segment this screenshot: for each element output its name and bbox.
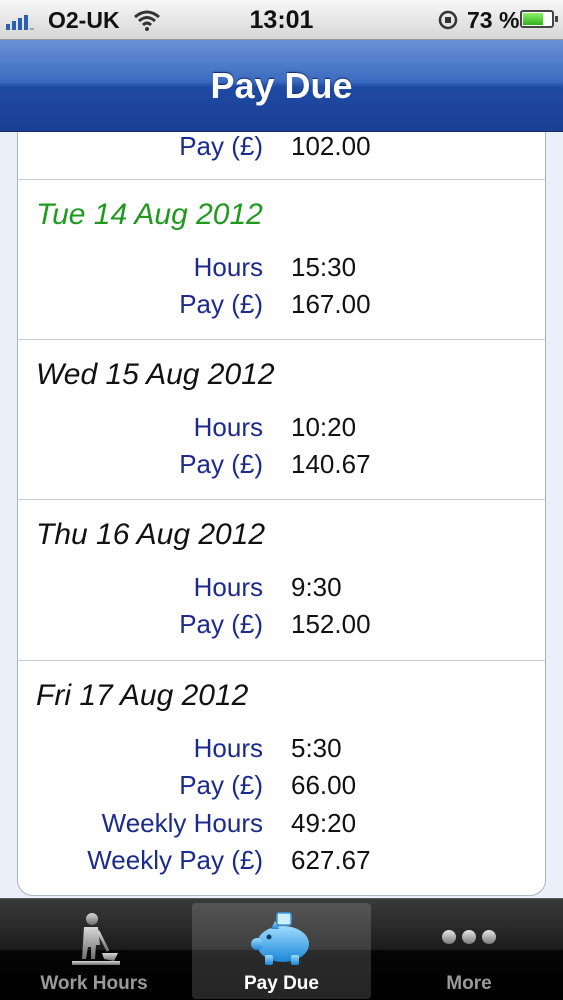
row-value: 152.00 bbox=[291, 609, 371, 639]
day-date: Tue 14 Aug 2012 bbox=[36, 198, 263, 231]
day-date: Wed 15 Aug 2012 bbox=[36, 358, 275, 391]
pay-row: Pay (£) 102.00 bbox=[18, 132, 545, 163]
tab-bar: Work Hours Pay Due More bbox=[0, 898, 563, 1000]
row-value: 140.67 bbox=[291, 449, 371, 479]
row-label: Weekly Hours bbox=[101, 808, 263, 838]
worker-digging-icon bbox=[72, 913, 120, 965]
list-item[interactable]: Wed 15 Aug 2012 Hours 10:20 Pay (£) 140.… bbox=[18, 340, 545, 500]
row-label: Hours bbox=[193, 733, 263, 763]
row-label: Pay (£) bbox=[179, 609, 263, 639]
row-value: 5:30 bbox=[291, 733, 342, 763]
pay-row: Pay (£) 167.00 bbox=[18, 287, 545, 321]
row-value: 167.00 bbox=[291, 289, 371, 319]
row-value: 66.00 bbox=[291, 770, 357, 800]
tab-work-hours[interactable]: Work Hours bbox=[0, 903, 188, 999]
hours-row: Hours 5:30 bbox=[18, 731, 545, 765]
pay-due-list[interactable]: Pay (£) 102.00 Tue 14 Aug 2012 Hours 15:… bbox=[0, 132, 563, 898]
pay-row: Pay (£) 140.67 bbox=[18, 447, 545, 481]
list-item[interactable]: Tue 14 Aug 2012 Hours 15:30 Pay (£) 167.… bbox=[18, 180, 545, 340]
weekly-hours-row: Weekly Hours 49:20 bbox=[18, 806, 545, 840]
hours-row: Hours 9:30 bbox=[18, 570, 545, 604]
list-item[interactable]: Pay (£) 102.00 bbox=[18, 132, 545, 180]
row-label: Hours bbox=[193, 412, 263, 442]
row-value: 15:30 bbox=[291, 252, 357, 282]
list-item[interactable]: Thu 16 Aug 2012 Hours 9:30 Pay (£) 152.0… bbox=[18, 500, 545, 661]
row-label: Hours bbox=[193, 572, 263, 602]
row-label: Pay (£) bbox=[179, 449, 263, 479]
row-value: 49:20 bbox=[291, 808, 357, 838]
day-date: Fri 17 Aug 2012 bbox=[36, 679, 249, 712]
row-label: Pay (£) bbox=[179, 132, 263, 161]
hours-row: Hours 10:20 bbox=[18, 410, 545, 444]
page-title: Pay Due bbox=[210, 65, 353, 106]
more-dots-icon bbox=[442, 930, 496, 944]
tab-label: Work Hours bbox=[40, 973, 148, 994]
status-bar: O2-UK 13:01 73 % bbox=[0, 0, 563, 40]
day-date: Thu 16 Aug 2012 bbox=[36, 518, 266, 551]
list-item[interactable]: Fri 17 Aug 2012 Hours 5:30 Pay (£) 66.00… bbox=[18, 661, 545, 895]
rotation-lock-icon bbox=[438, 10, 458, 30]
row-label: Weekly Pay (£) bbox=[87, 845, 263, 875]
row-label: Pay (£) bbox=[179, 770, 263, 800]
hours-row: Hours 15:30 bbox=[18, 250, 545, 284]
row-value: 10:20 bbox=[291, 412, 357, 442]
tab-more[interactable]: More bbox=[375, 903, 563, 999]
navigation-bar: Pay Due bbox=[0, 40, 563, 132]
battery-percentage: 73 % bbox=[467, 7, 520, 33]
piggy-bank-icon bbox=[250, 912, 309, 965]
pay-row: Pay (£) 66.00 bbox=[18, 768, 545, 802]
weekly-pay-row: Weekly Pay (£) 627.67 bbox=[18, 843, 545, 877]
row-value: 627.67 bbox=[291, 845, 371, 875]
pay-due-group: Pay (£) 102.00 Tue 14 Aug 2012 Hours 15:… bbox=[17, 132, 546, 896]
tab-pay-due[interactable]: Pay Due bbox=[192, 903, 371, 999]
row-value: 9:30 bbox=[291, 572, 342, 602]
row-label: Hours bbox=[193, 252, 263, 282]
pay-row: Pay (£) 152.00 bbox=[18, 607, 545, 641]
tab-label: Pay Due bbox=[244, 973, 319, 994]
row-value: 102.00 bbox=[291, 132, 371, 161]
battery-icon bbox=[520, 10, 558, 28]
row-label: Pay (£) bbox=[179, 289, 263, 319]
tab-label: More bbox=[446, 973, 492, 994]
